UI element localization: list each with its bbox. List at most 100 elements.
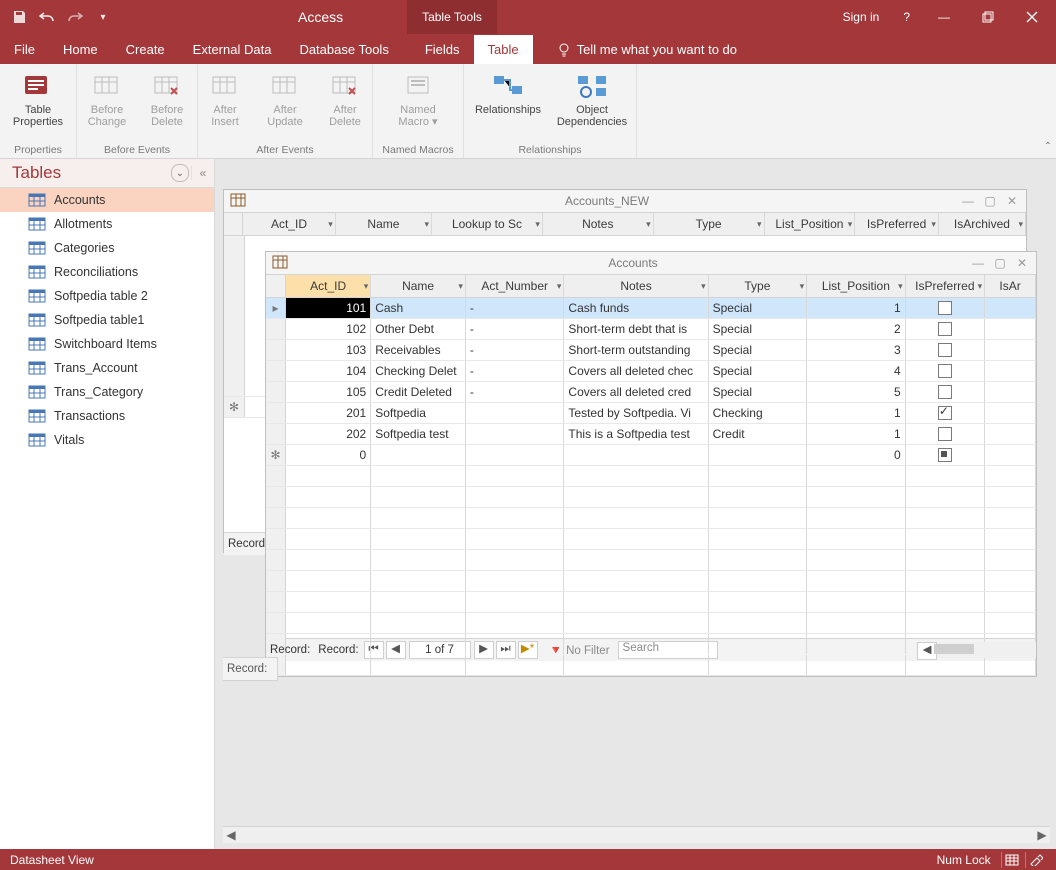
cell-act-number[interactable] — [466, 403, 565, 423]
redo-icon[interactable] — [64, 6, 86, 28]
cell-ispreferred[interactable] — [906, 382, 985, 402]
after-delete-button[interactable]: After Delete — [316, 68, 374, 130]
grid-body[interactable]: ▸101Cash-Cash fundsSpecial1102Other Debt… — [266, 298, 1036, 638]
column-header[interactable]: List_Position▾ — [807, 275, 906, 297]
cell-notes[interactable]: Tested by Softpedia. Vi — [564, 403, 708, 423]
cell-act-id[interactable]: 103 — [286, 340, 371, 360]
undo-icon[interactable] — [36, 6, 58, 28]
cell-type[interactable]: Special — [709, 298, 808, 318]
tab-file[interactable]: File — [0, 35, 49, 64]
table-row[interactable]: 103Receivables-Short-term outstandingSpe… — [266, 340, 1036, 361]
column-header[interactable]: Notes▾ — [543, 213, 654, 235]
cell-act-id[interactable]: 101 — [286, 298, 371, 318]
cell-act-number[interactable]: - — [466, 319, 565, 339]
cell-name[interactable]: Receivables — [371, 340, 466, 360]
cell-act-number[interactable]: - — [466, 361, 565, 381]
cell-ispreferred[interactable] — [906, 424, 985, 444]
cell-list-position[interactable]: 5 — [807, 382, 906, 402]
column-dropdown-icon[interactable]: ▾ — [701, 281, 706, 292]
column-dropdown-icon[interactable]: ▾ — [978, 281, 983, 292]
scroll-left-icon[interactable]: ◀ — [223, 827, 239, 843]
table-properties-button[interactable]: Table Properties — [9, 68, 67, 130]
tab-fields[interactable]: Fields — [411, 35, 474, 64]
close-button[interactable] — [1012, 3, 1052, 31]
cell-name[interactable]: Checking Delet — [371, 361, 466, 381]
cell-name[interactable]: Softpedia test — [371, 424, 466, 444]
nav-collapse-icon[interactable]: « — [191, 166, 214, 180]
column-dropdown-icon[interactable]: ▾ — [898, 281, 903, 292]
nav-item[interactable]: Switchboard Items — [0, 332, 214, 356]
cell-type[interactable]: Special — [709, 361, 808, 381]
sign-in-link[interactable]: Sign in — [833, 6, 890, 28]
nav-item[interactable]: Reconciliations — [0, 260, 214, 284]
checkbox[interactable] — [938, 343, 952, 357]
cell-type[interactable]: Special — [709, 340, 808, 360]
cell-ispreferred[interactable] — [906, 298, 985, 318]
tab-external-data[interactable]: External Data — [179, 35, 286, 64]
column-dropdown-icon[interactable]: ▾ — [328, 219, 333, 230]
column-dropdown-icon[interactable]: ▾ — [364, 281, 369, 292]
datasheet-view-icon[interactable] — [1001, 852, 1022, 868]
scroll-right-icon[interactable]: ▶ — [1034, 827, 1050, 843]
cell-ispreferred[interactable] — [906, 319, 985, 339]
scrollbar-thumb[interactable] — [934, 644, 974, 654]
cell-list-position[interactable]: 1 — [807, 424, 906, 444]
new-record-row[interactable]: ✻00 — [266, 445, 1036, 466]
column-header[interactable]: List_Position▾ — [765, 213, 856, 235]
cell-list-position[interactable]: 3 — [807, 340, 906, 360]
restore-button[interactable] — [968, 3, 1008, 31]
help-icon[interactable]: ? — [893, 6, 920, 28]
cell-act-id[interactable]: 105 — [286, 382, 371, 402]
table-row[interactable]: 201SoftpediaTested by Softpedia. ViCheck… — [266, 403, 1036, 424]
column-dropdown-icon[interactable]: ▾ — [557, 281, 562, 292]
column-header[interactable]: Notes▾ — [564, 275, 708, 297]
column-dropdown-icon[interactable]: ▾ — [848, 219, 853, 230]
table-row[interactable]: 104Checking Delet-Covers all deleted che… — [266, 361, 1036, 382]
before-delete-button[interactable]: Before Delete — [138, 68, 196, 130]
nav-item[interactable]: Trans_Account — [0, 356, 214, 380]
nav-item[interactable]: Softpedia table1 — [0, 308, 214, 332]
cell-ispreferred[interactable] — [906, 340, 985, 360]
column-dropdown-icon[interactable]: ▾ — [800, 281, 805, 292]
tab-create[interactable]: Create — [112, 35, 179, 64]
cell-name[interactable]: Cash — [371, 298, 466, 318]
nav-item[interactable]: Categories — [0, 236, 214, 260]
column-header[interactable]: Type▾ — [654, 213, 765, 235]
cell-act-id[interactable]: 104 — [286, 361, 371, 381]
nav-dropdown-icon[interactable]: ⌄ — [171, 164, 189, 182]
navigation-header[interactable]: Tables ⌄ « — [0, 159, 214, 188]
nav-item[interactable]: Transactions — [0, 404, 214, 428]
nav-item[interactable]: Accounts — [0, 188, 214, 212]
column-dropdown-icon[interactable]: ▾ — [757, 219, 762, 230]
cell-type[interactable]: Special — [709, 319, 808, 339]
cell-act-number[interactable]: - — [466, 382, 565, 402]
cell-list-position[interactable]: 1 — [807, 403, 906, 423]
object-dependencies-button[interactable]: Object Dependencies — [551, 68, 633, 130]
grid-header[interactable]: Act_ID▾Name▾Lookup to Sc▾Notes▾Type▾List… — [224, 213, 1026, 236]
cell-notes[interactable]: Short-term outstanding — [564, 340, 708, 360]
window-maximize-icon[interactable]: ▢ — [992, 256, 1008, 270]
workspace-scrollbar[interactable]: ◀ ▶ — [223, 826, 1050, 843]
cell-name[interactable]: Softpedia — [371, 403, 466, 423]
nav-item[interactable]: Allotments — [0, 212, 214, 236]
cell-type[interactable]: Special — [709, 382, 808, 402]
cell-act-id[interactable]: 102 — [286, 319, 371, 339]
cell-act-number[interactable]: - — [466, 298, 565, 318]
column-dropdown-icon[interactable]: ▾ — [1018, 219, 1023, 230]
column-header[interactable]: IsPreferred▾ — [855, 213, 939, 235]
window-minimize-icon[interactable]: — — [960, 194, 976, 208]
cell-list-position[interactable]: 4 — [807, 361, 906, 381]
nav-item[interactable]: Trans_Category — [0, 380, 214, 404]
table-row[interactable]: 102Other Debt-Short-term debt that isSpe… — [266, 319, 1036, 340]
save-icon[interactable] — [8, 6, 30, 28]
checkbox[interactable] — [938, 448, 952, 462]
checkbox[interactable] — [938, 322, 952, 336]
table-row[interactable]: 202Softpedia testThis is a Softpedia tes… — [266, 424, 1036, 445]
nav-item[interactable]: Vitals — [0, 428, 214, 452]
tell-me-search[interactable]: Tell me what you want to do — [551, 35, 743, 64]
column-header[interactable]: IsAr — [985, 275, 1036, 297]
column-dropdown-icon[interactable]: ▾ — [425, 219, 430, 230]
cell-act-id[interactable]: 201 — [286, 403, 371, 423]
column-dropdown-icon[interactable]: ▾ — [931, 219, 936, 230]
named-macro-button[interactable]: Named Macro ▾ — [389, 68, 447, 130]
